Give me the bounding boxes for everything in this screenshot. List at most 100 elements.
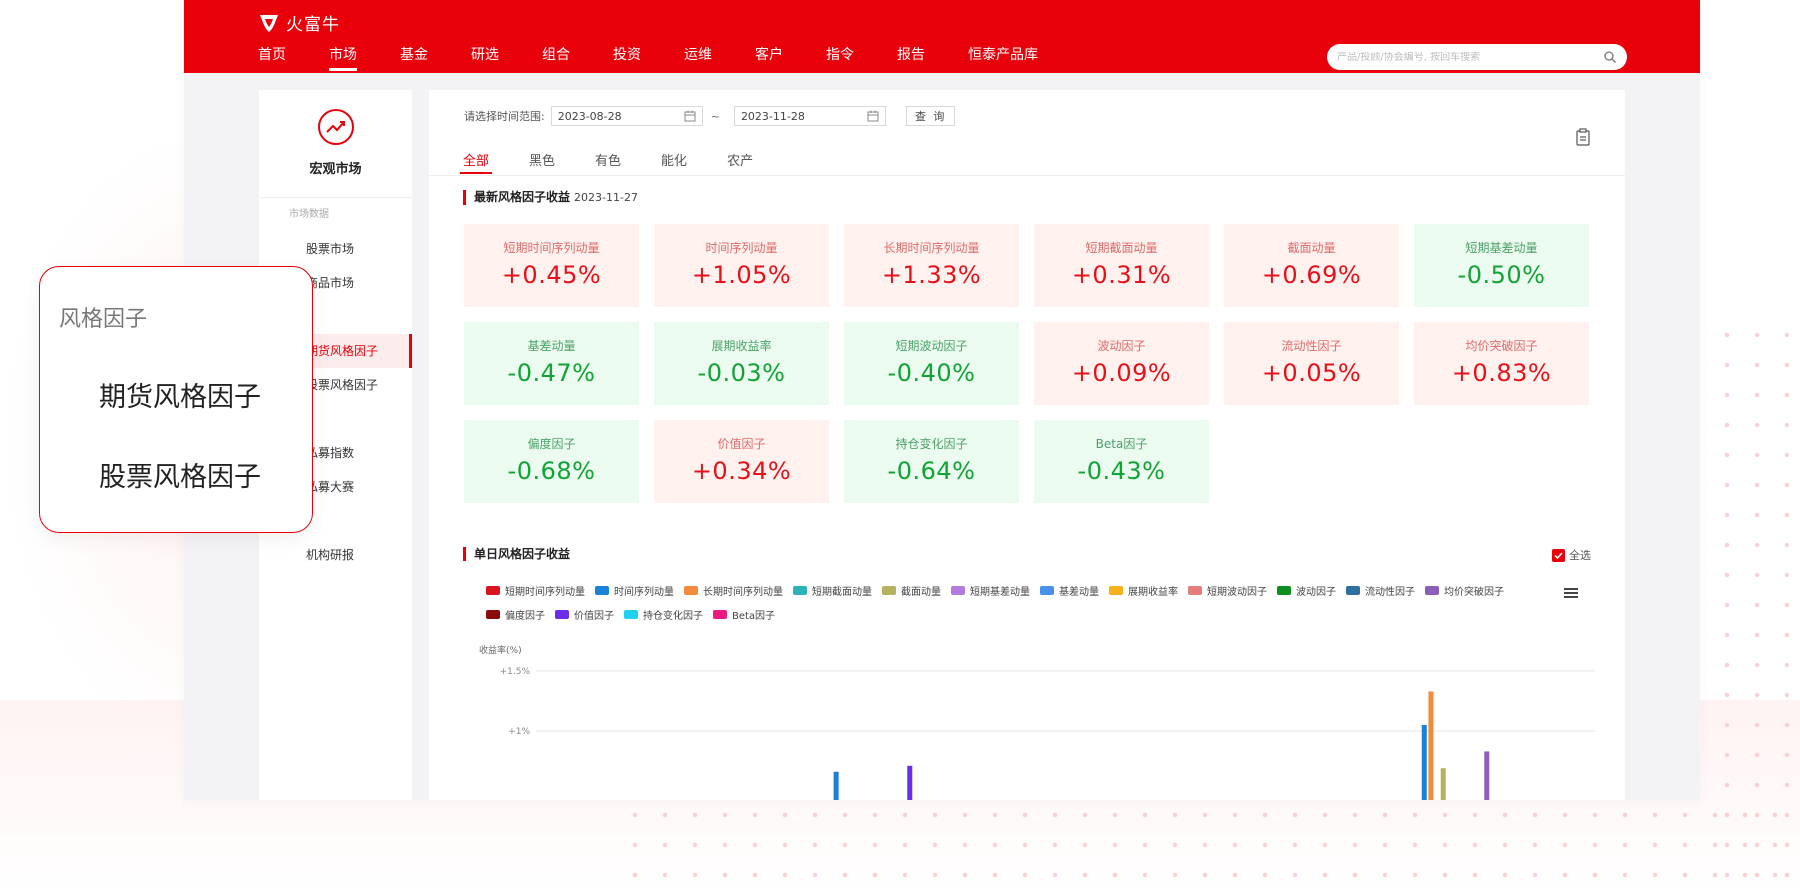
factor-card[interactable]: 价值因子 +0.34% xyxy=(654,420,829,503)
daily-factor-chart: 收益率(%) +1.5% +1% xyxy=(479,644,1595,800)
select-all-checkbox[interactable]: 全选 xyxy=(1552,547,1591,563)
legend-item[interactable]: 价值因子 xyxy=(555,607,614,622)
search-input[interactable] xyxy=(1337,51,1603,63)
legend-item[interactable]: 均价突破因子 xyxy=(1425,583,1504,598)
factor-card-value: +1.05% xyxy=(691,261,792,289)
tab[interactable]: 农产 xyxy=(727,150,753,174)
date-separator: ~ xyxy=(710,109,720,123)
chart-bar[interactable] xyxy=(833,771,839,800)
latest-factor-date: 2023-11-27 xyxy=(574,191,638,204)
nav-item[interactable]: 恒泰产品库 xyxy=(968,44,1038,72)
factor-card-label: 持仓变化因子 xyxy=(895,437,968,451)
factor-card-value: +0.31% xyxy=(1071,261,1172,289)
factor-card[interactable]: 短期波动因子 -0.40% xyxy=(844,322,1019,405)
nav-item[interactable]: 基金 xyxy=(400,44,428,72)
legend-item[interactable]: Beta因子 xyxy=(713,607,775,622)
legend-item[interactable]: 短期时间序列动量 xyxy=(486,583,585,598)
end-date-field[interactable]: 2023-11-28 xyxy=(733,106,886,126)
nav-item[interactable]: 客户 xyxy=(755,44,783,72)
chart-bar[interactable] xyxy=(1440,768,1446,800)
nav-item[interactable]: 组合 xyxy=(542,44,570,72)
factor-card[interactable]: Beta因子 -0.43% xyxy=(1034,420,1209,503)
legend-item[interactable]: 短期基差动量 xyxy=(951,583,1030,598)
factor-card[interactable]: 长期时间序列动量 +1.33% xyxy=(844,224,1019,307)
tab[interactable]: 全部 xyxy=(459,150,493,174)
legend-swatch xyxy=(595,586,609,595)
legend-item[interactable]: 波动因子 xyxy=(1277,583,1336,598)
notes-icon[interactable] xyxy=(1575,128,1591,146)
factor-card[interactable]: 波动因子 +0.09% xyxy=(1034,322,1209,405)
app-window: 火富牛 首页 市场 基金 研选 组合 投资 运维 客户 指令 报告 恒泰产品库 宏观市场 市场数据股… xyxy=(184,0,1700,800)
latest-factor-title-text: 最新风格因子收益 xyxy=(474,190,571,204)
search-icon[interactable] xyxy=(1603,50,1617,64)
nav-item[interactable]: 研选 xyxy=(471,44,499,72)
main-panel: 请选择时间范围: 2023-08-28 ~ 2023-11-28 查 询 全部 … xyxy=(429,90,1625,800)
factor-card[interactable]: 均价突破因子 +0.83% xyxy=(1414,322,1589,405)
popup-title: 风格因子 xyxy=(59,307,148,332)
popup-item-futures[interactable]: 期货风格因子 xyxy=(99,375,261,414)
legend-item[interactable]: 截面动量 xyxy=(882,583,941,598)
legend-label: 短期波动因子 xyxy=(1207,587,1267,598)
tab[interactable]: 能化 xyxy=(661,150,687,174)
factor-card[interactable]: 时间序列动量 +1.05% xyxy=(654,224,829,307)
brand-name: 火富牛 xyxy=(286,15,340,35)
nav-item[interactable]: 运维 xyxy=(684,44,712,72)
tab[interactable]: 有色 xyxy=(595,150,621,174)
legend-swatch xyxy=(951,586,965,595)
factor-card-value: +0.45% xyxy=(501,261,602,289)
nav-item[interactable]: 指令 xyxy=(826,44,854,72)
legend-swatch xyxy=(713,610,727,619)
legend-swatch xyxy=(486,586,500,595)
factor-card[interactable]: 持仓变化因子 -0.64% xyxy=(844,420,1019,503)
chart-legend: 短期时间序列动量 时间序列动量 长期时间序列动量 短期截面动量 截面动量 短期基差动量 基差… xyxy=(486,583,1546,622)
factor-card[interactable]: 截面动量 +0.69% xyxy=(1224,224,1399,307)
factor-card[interactable]: 展期收益率 -0.03% xyxy=(654,322,829,405)
legend-swatch xyxy=(1277,586,1291,595)
factor-card[interactable]: 短期截面动量 +0.31% xyxy=(1034,224,1209,307)
chart-bar[interactable] xyxy=(1421,725,1427,800)
chart-bar[interactable] xyxy=(1428,691,1434,800)
factor-card[interactable]: 基差动量 -0.47% xyxy=(464,322,639,405)
search-box[interactable] xyxy=(1327,44,1627,70)
start-date-field[interactable]: 2023-08-28 xyxy=(550,106,703,126)
sidebar-title: 宏观市场 xyxy=(309,162,362,177)
chart-bar[interactable] xyxy=(1484,751,1490,800)
legend-item[interactable]: 短期截面动量 xyxy=(793,583,872,598)
factor-card-value: -0.68% xyxy=(507,457,596,485)
trend-chart-icon xyxy=(317,109,354,145)
factor-card-label: 均价突破因子 xyxy=(1465,339,1538,353)
legend-item[interactable]: 展期收益率 xyxy=(1109,583,1178,598)
popup-item-stocks[interactable]: 股票风格因子 xyxy=(99,455,261,494)
query-button[interactable]: 查 询 xyxy=(905,106,956,126)
legend-swatch xyxy=(1425,586,1439,595)
factor-card-label: 偏度因子 xyxy=(527,437,576,451)
factor-card-value: -0.40% xyxy=(887,359,976,387)
legend-item[interactable]: 持仓变化因子 xyxy=(624,607,703,622)
nav-item[interactable]: 市场 xyxy=(329,44,357,72)
legend-item[interactable]: 短期波动因子 xyxy=(1188,583,1267,598)
factor-card[interactable]: 偏度因子 -0.68% xyxy=(464,420,639,503)
nav-item[interactable]: 报告 xyxy=(897,44,925,72)
factor-card[interactable]: 短期基差动量 -0.50% xyxy=(1414,224,1589,307)
nav-item[interactable]: 投资 xyxy=(613,44,641,72)
end-date-value: 2023-11-28 xyxy=(740,109,805,123)
menu-icon[interactable] xyxy=(1563,586,1579,600)
tab[interactable]: 黑色 xyxy=(529,150,555,174)
brand[interactable]: 火富牛 xyxy=(258,10,340,35)
legend-item[interactable]: 基差动量 xyxy=(1040,583,1099,598)
factor-card-label: 时间序列动量 xyxy=(705,241,778,255)
legend-item[interactable]: 偏度因子 xyxy=(486,607,545,622)
legend-item[interactable]: 长期时间序列动量 xyxy=(684,583,783,598)
factor-card[interactable]: 短期时间序列动量 +0.45% xyxy=(464,224,639,307)
legend-label: 波动因子 xyxy=(1296,587,1336,598)
sidebar-item[interactable]: 股票市场 xyxy=(259,232,412,266)
background-dots-right xyxy=(1712,320,1800,880)
legend-label: 短期时间序列动量 xyxy=(505,587,585,598)
legend-label: 价值因子 xyxy=(574,611,614,622)
factor-card[interactable]: 流动性因子 +0.05% xyxy=(1224,322,1399,405)
nav-item[interactable]: 首页 xyxy=(258,44,286,72)
legend-item[interactable]: 流动性因子 xyxy=(1346,583,1415,598)
sidebar-item[interactable]: 机构研报 xyxy=(259,538,412,572)
legend-item[interactable]: 时间序列动量 xyxy=(595,583,674,598)
chart-bar[interactable] xyxy=(907,765,913,800)
